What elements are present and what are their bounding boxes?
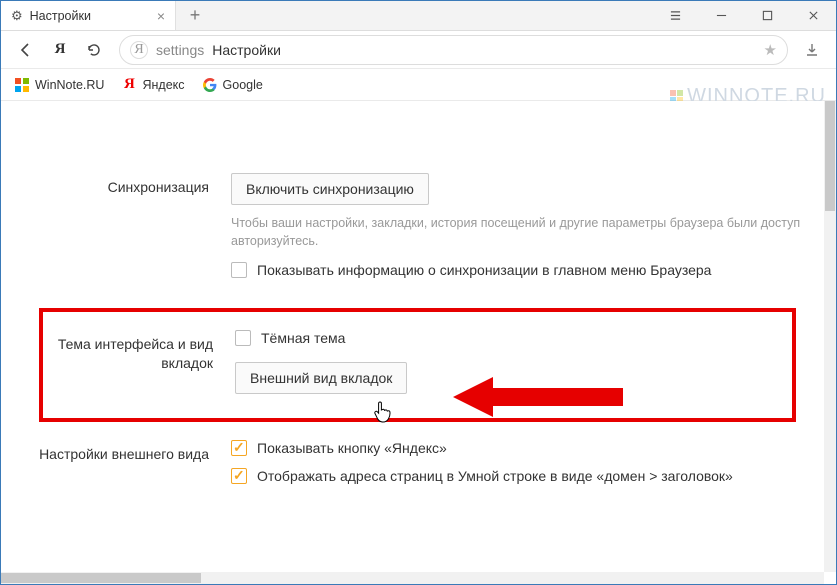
checkbox-checked-icon <box>231 468 247 484</box>
new-tab-button[interactable]: + <box>176 1 214 30</box>
show-yandex-button-checkbox[interactable]: Показывать кнопку «Яндекс» <box>231 440 804 456</box>
section-theme-highlight: Тема интерфейса и вид вкладок Тёмная тем… <box>39 308 796 422</box>
enable-sync-button[interactable]: Включить синхронизацию <box>231 173 429 205</box>
reload-button[interactable] <box>79 36 109 64</box>
checkbox-checked-icon <box>231 440 247 456</box>
settings-content: Синхронизация Включить синхронизацию Что… <box>1 101 824 572</box>
back-button[interactable] <box>11 36 41 64</box>
show-sync-info-checkbox[interactable]: Показывать информацию о синхронизации в … <box>231 262 804 278</box>
bookmark-label: Google <box>223 78 263 92</box>
close-tab-icon[interactable]: × <box>157 8 165 24</box>
menu-button[interactable] <box>652 1 698 30</box>
sync-hint: Чтобы ваши настройки, закладки, история … <box>231 215 804 250</box>
checkbox-icon <box>235 330 251 346</box>
show-domain-title-checkbox[interactable]: Отображать адреса страниц в Умной строке… <box>231 468 804 484</box>
annotation-arrow-icon <box>453 372 623 422</box>
titlebar: ⚙ Настройки × + <box>1 1 836 31</box>
browser-tab[interactable]: ⚙ Настройки × <box>1 1 176 30</box>
section-appearance: Настройки внешнего вида Показывать кнопк… <box>1 436 824 496</box>
maximize-button[interactable] <box>744 1 790 30</box>
horizontal-scrollbar[interactable] <box>1 572 824 584</box>
yandex-home-button[interactable]: Я <box>45 36 75 64</box>
checkbox-label: Отображать адреса страниц в Умной строке… <box>257 468 733 484</box>
downloads-button[interactable] <box>798 42 826 58</box>
toolbar: Я Я settings Настройки ★ <box>1 31 836 69</box>
bookmark-star-icon[interactable]: ★ <box>764 41 777 59</box>
site-icon: Я <box>130 41 148 59</box>
scrollbar-thumb[interactable] <box>825 101 835 211</box>
address-bar[interactable]: Я settings Настройки ★ <box>119 35 788 65</box>
section-sync: Синхронизация Включить синхронизацию Что… <box>1 161 824 290</box>
dark-theme-checkbox[interactable]: Тёмная тема <box>235 330 772 346</box>
address-prefix: settings <box>156 42 204 58</box>
tab-title: Настройки <box>30 9 91 23</box>
gear-icon: ⚙ <box>11 8 23 24</box>
yandex-icon: Я <box>122 78 136 92</box>
checkbox-label: Показывать кнопку «Яндекс» <box>257 440 447 456</box>
tabs-appearance-button[interactable]: Внешний вид вкладок <box>235 362 407 394</box>
vertical-scrollbar[interactable] <box>824 101 836 572</box>
address-title: Настройки <box>212 42 281 58</box>
section-label: Тема интерфейса и вид вкладок <box>43 330 235 394</box>
section-label: Синхронизация <box>1 173 231 278</box>
hand-cursor-icon <box>373 400 393 424</box>
bookmark-google[interactable]: Google <box>203 78 263 92</box>
bookmark-winnote[interactable]: WinNote.RU <box>15 78 104 92</box>
section-label: Настройки внешнего вида <box>1 440 231 484</box>
checkbox-label: Тёмная тема <box>261 330 345 346</box>
window-controls <box>652 1 836 30</box>
close-window-button[interactable] <box>790 1 836 30</box>
bookmark-label: WinNote.RU <box>35 78 104 92</box>
minimize-button[interactable] <box>698 1 744 30</box>
winnote-icon <box>15 78 29 92</box>
checkbox-label: Показывать информацию о синхронизации в … <box>257 262 711 278</box>
bookmark-label: Яндекс <box>142 78 184 92</box>
google-icon <box>203 78 217 92</box>
checkbox-icon <box>231 262 247 278</box>
scrollbar-thumb[interactable] <box>1 573 201 583</box>
bookmark-yandex[interactable]: Я Яндекс <box>122 78 184 92</box>
